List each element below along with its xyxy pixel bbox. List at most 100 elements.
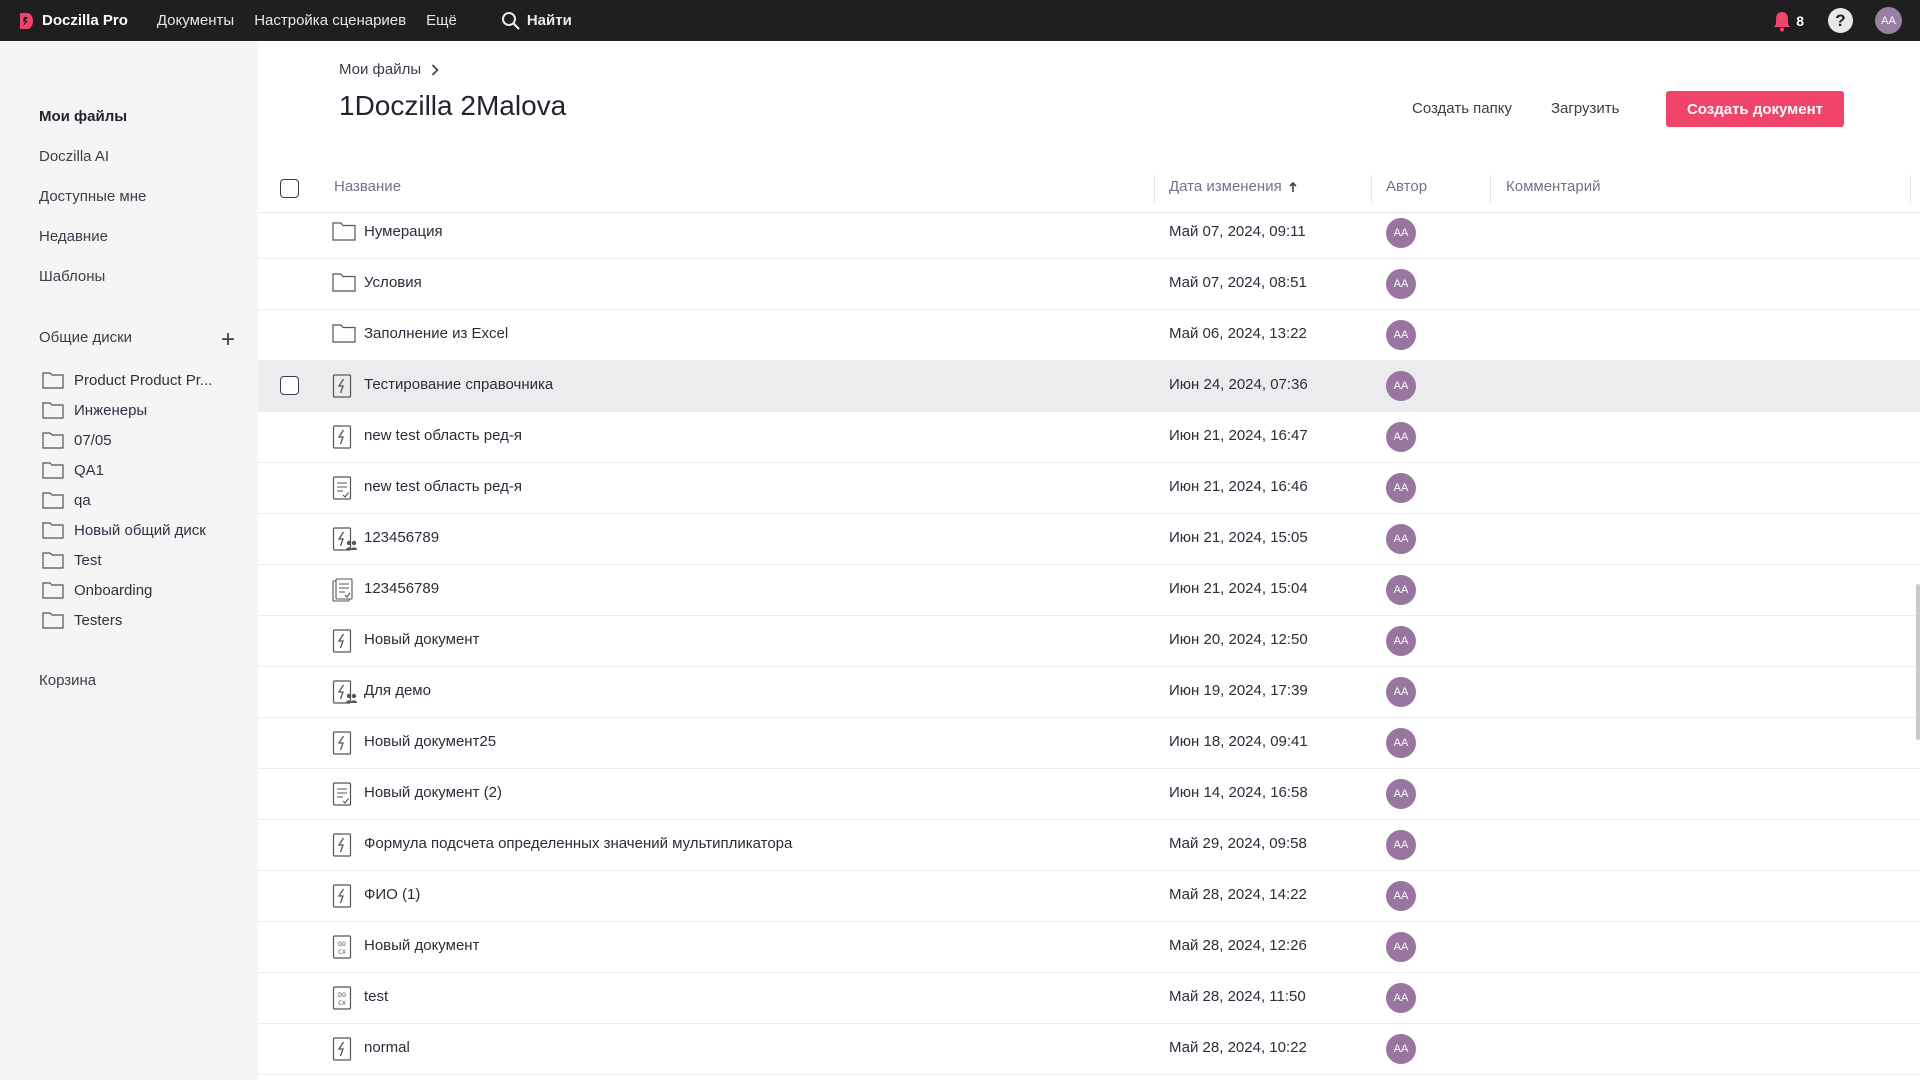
folder-icon [332,324,356,343]
row-date: Июн 21, 2024, 16:47 [1169,427,1308,444]
sidebar-disk-item[interactable]: Testers [42,611,122,629]
search-button[interactable]: Найти [501,11,572,31]
column-divider [1910,175,1911,203]
row-name: ФИО (1) [364,886,421,903]
row-name: test [364,988,389,1005]
row-date: Май 28, 2024, 10:22 [1169,1039,1307,1056]
table-row[interactable]: normal Май 28, 2024, 10:22 AA [258,1024,1920,1075]
avatar: AA [1386,473,1416,503]
row-name: 123456789 [364,529,440,546]
table-row[interactable]: Нумерация Май 07, 2024, 09:11 AA [258,213,1920,259]
table-row[interactable]: Тестирование справочника Июн 24, 2024, 0… [258,361,1920,412]
table-row[interactable]: Формула подсчета определенных значений м… [258,820,1920,871]
user-avatar[interactable]: AA [1875,7,1902,34]
table-row[interactable]: DO CX Новый документ Май 28, 2024, 12:26 … [258,922,1920,973]
row-name: Новый документ25 [364,733,497,750]
row-name: Для демо [364,682,431,699]
row-date: Май 07, 2024, 08:51 [1169,274,1307,291]
notifications-button[interactable]: 8 [1772,10,1804,32]
folder-icon [42,612,64,629]
create-document-button[interactable]: Создать документ [1666,91,1844,127]
smart-document-icon [332,833,352,857]
folder-icon [42,462,64,479]
folder-icon [332,222,356,241]
shared-smart-document-icon [332,680,357,704]
row-name: normal [364,1039,410,1056]
shared-disks-header: Общие диски [39,329,133,346]
sidebar-disk-item[interactable]: QA1 [42,461,104,479]
table-row[interactable]: Новый документ Июн 20, 2024, 12:50 AA [258,616,1920,667]
avatar: AA [1386,983,1416,1013]
svg-text:CX: CX [338,948,346,956]
nav-scenario-settings[interactable]: Настройка сценариев [254,12,406,29]
select-all-checkbox[interactable] [280,179,299,198]
row-name: Заполнение из Excel [364,325,509,342]
row-date: Июн 21, 2024, 16:46 [1169,478,1308,495]
breadcrumb-my-files[interactable]: Мои файлы [339,61,421,78]
table-row[interactable]: DO CX test Май 28, 2024, 11:50 AA [258,973,1920,1024]
top-right-actions: 8 ? AA [1772,0,1920,41]
row-date: Июн 20, 2024, 12:50 [1169,631,1308,648]
column-date[interactable]: Дата изменения [1169,178,1299,195]
table-row[interactable]: new test область ред-я Июн 21, 2024, 16:… [258,463,1920,514]
row-date: Май 29, 2024, 09:58 [1169,835,1307,852]
avatar: AA [1386,626,1416,656]
create-folder-button[interactable]: Создать папку [1412,100,1512,117]
avatar: AA [1386,728,1416,758]
sidebar-disk-item[interactable]: Инженеры [42,401,147,419]
sidebar-disk-item[interactable]: qa [42,491,91,509]
row-date: Июн 19, 2024, 17:39 [1169,682,1308,699]
nav-more[interactable]: Ещё [426,12,457,29]
scrollbar-thumb[interactable] [1916,584,1920,740]
brand[interactable]: Doczilla Pro [18,12,128,30]
search-label: Найти [526,12,572,29]
table-row[interactable]: Новый документ (2) Июн 14, 2024, 16:58 A… [258,769,1920,820]
row-name: Новый документ [364,937,480,954]
table-row[interactable]: Новый документ25 Июн 18, 2024, 09:41 AA [258,718,1920,769]
row-date: Июн 18, 2024, 09:41 [1169,733,1308,750]
sidebar-disk-item[interactable]: Product Product Pr... [42,371,212,389]
avatar: AA [1386,1034,1416,1064]
sidebar-item-doczilla-ai[interactable]: Doczilla AI [39,148,109,165]
disk-label: Test [74,551,102,569]
search-icon [501,11,520,30]
disk-label: QA1 [74,461,105,479]
row-date: Май 28, 2024, 14:22 [1169,886,1307,903]
sidebar-disk-item[interactable]: 07/05 [42,431,112,449]
sidebar-item-trash[interactable]: Корзина [39,672,96,689]
folder-icon [42,552,64,569]
disk-label: Testers [74,611,123,629]
table-row[interactable]: Условия Май 07, 2024, 08:51 AA [258,259,1920,310]
disk-label: qa [74,491,91,509]
table-row[interactable]: new test область ред-я Июн 21, 2024, 16:… [258,412,1920,463]
table-row[interactable]: Заполнение из Excel Май 06, 2024, 13:22 … [258,310,1920,361]
column-divider [1490,175,1491,203]
sidebar-item-shared-with-me[interactable]: Доступные мне [39,188,146,205]
column-divider [1154,175,1155,203]
column-comment[interactable]: Комментарий [1506,178,1600,195]
table-row[interactable]: ФИО (1) Май 28, 2024, 14:22 AA [258,871,1920,922]
sidebar-item-recent[interactable]: Недавние [39,228,108,245]
row-name: new test область ред-я [364,478,522,495]
sidebar-item-my-files[interactable]: Мои файлы [39,108,127,125]
sidebar-disk-item[interactable]: Onboarding [42,581,152,599]
column-name[interactable]: Название [334,178,401,195]
row-date: Июн 21, 2024, 15:05 [1169,529,1308,546]
sidebar-disk-item[interactable]: Test [42,551,102,569]
disk-label: 07/05 [74,431,112,449]
disk-label: Onboarding [74,581,153,599]
row-name: Новый документ (2) [364,784,502,801]
sidebar-disk-item[interactable]: Новый общий диск [42,521,206,539]
table-row[interactable]: 123456789 Июн 21, 2024, 15:04 AA [258,565,1920,616]
row-name: Формула подсчета определенных значений м… [364,835,793,852]
help-icon[interactable]: ? [1828,8,1853,33]
sidebar-item-templates[interactable]: Шаблоны [39,268,105,285]
table-row[interactable]: Для демо Июн 19, 2024, 17:39 AA [258,667,1920,718]
column-author[interactable]: Автор [1386,178,1427,195]
upload-button[interactable]: Загрузить [1551,100,1620,117]
add-shared-disk-button[interactable]: + [221,328,235,352]
table-row[interactable]: 123456789 Июн 21, 2024, 15:05 AA [258,514,1920,565]
row-checkbox[interactable] [280,376,299,395]
file-list: Нумерация Май 07, 2024, 09:11 AA Условия… [258,213,1920,1080]
nav-documents[interactable]: Документы [157,12,234,29]
